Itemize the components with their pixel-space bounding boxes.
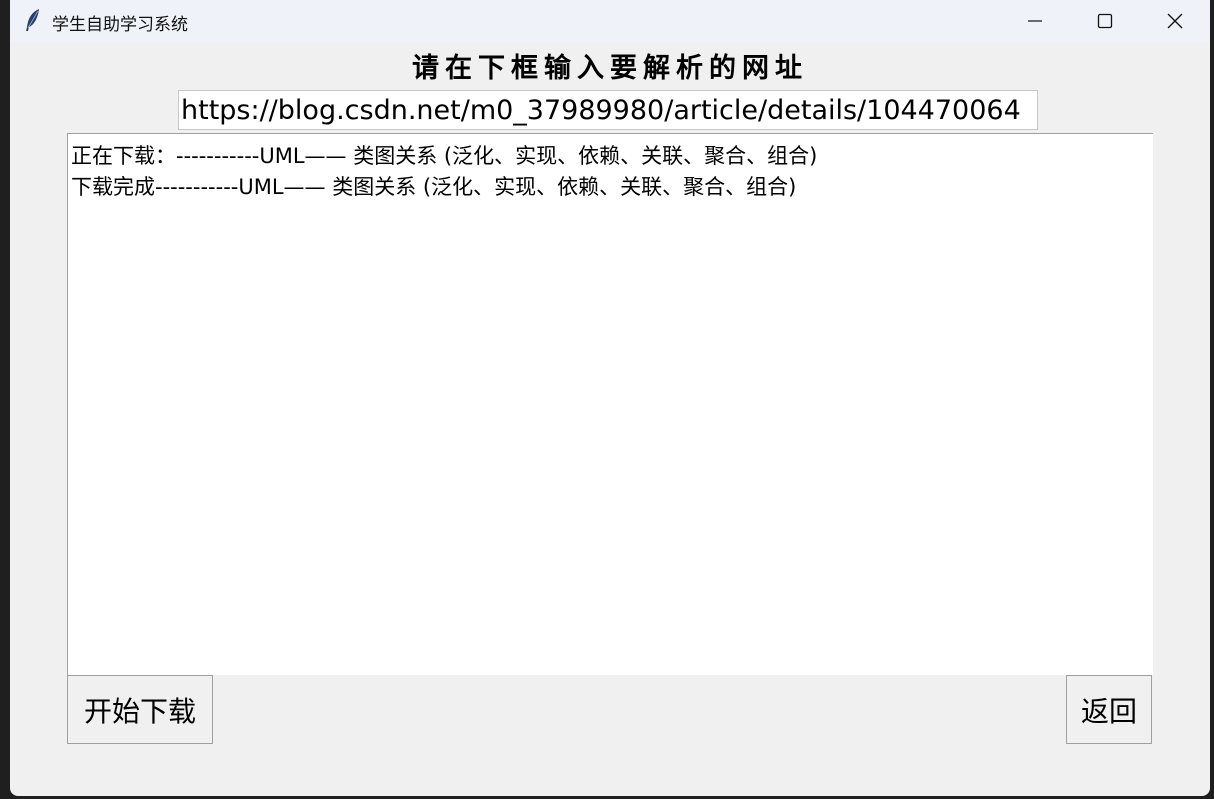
close-icon — [1167, 13, 1183, 29]
maximize-icon — [1097, 13, 1113, 29]
maximize-button[interactable] — [1070, 0, 1140, 42]
url-prompt-label: 请在下框输入要解析的网址 — [412, 53, 808, 84]
minimize-button[interactable] — [1000, 0, 1070, 42]
log-line-complete: 下载完成-----------UML—— 类图关系 (泛化、实现、依赖、关联、聚… — [71, 175, 797, 199]
download-log-textarea[interactable]: 正在下载：-----------UML—— 类图关系 (泛化、实现、依赖、关联、… — [67, 133, 1153, 675]
minimize-icon — [1027, 13, 1043, 29]
app-window: 学生自助学习系统 请在下框输入要解析的网址 正在下载：-----------UM… — [10, 0, 1210, 796]
start-download-button[interactable]: 开始下载 — [67, 675, 213, 744]
url-input[interactable] — [178, 90, 1038, 130]
close-button[interactable] — [1140, 0, 1210, 42]
log-line-downloading: 正在下载：-----------UML—— 类图关系 (泛化、实现、依赖、关联、… — [71, 144, 818, 168]
title-bar[interactable]: 学生自助学习系统 — [10, 0, 1210, 42]
window-title: 学生自助学习系统 — [52, 15, 188, 35]
feather-icon — [24, 8, 42, 32]
back-button[interactable]: 返回 — [1066, 675, 1152, 744]
